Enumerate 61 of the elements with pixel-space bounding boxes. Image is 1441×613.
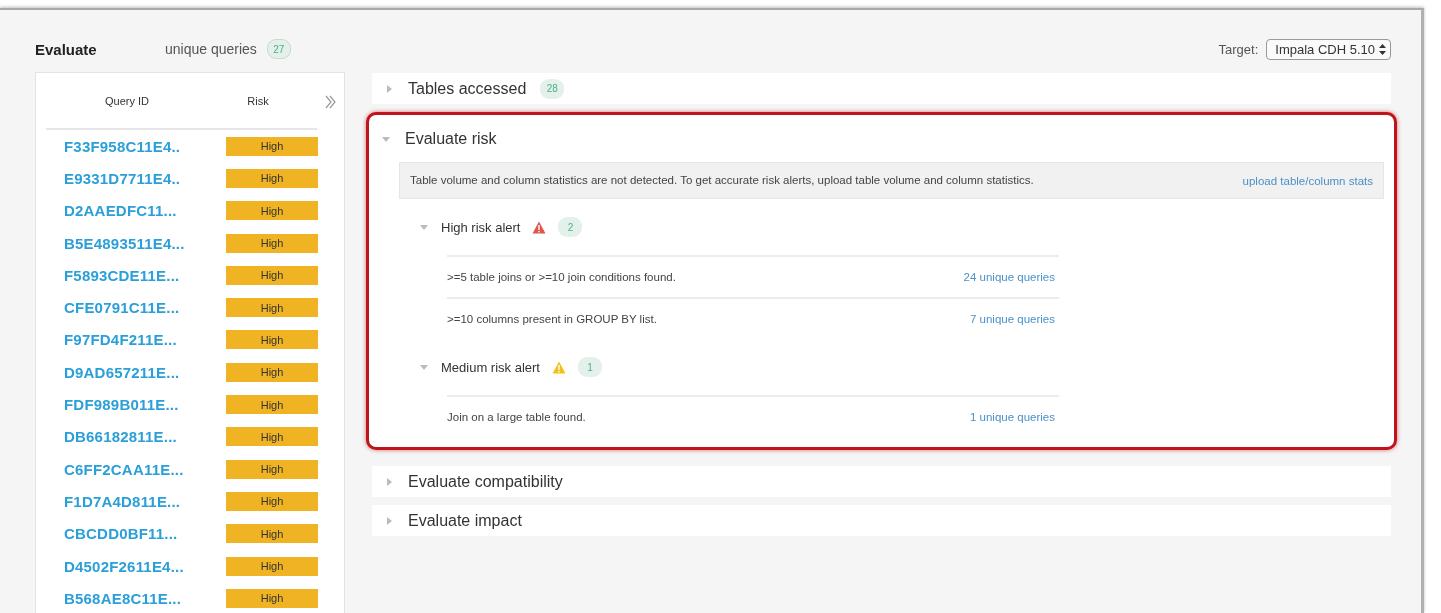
chevron-icon[interactable] [419, 362, 429, 372]
count-badge: 28 [540, 78, 565, 99]
risk-badge: High [226, 524, 318, 544]
risk-badge: High [226, 201, 318, 221]
count-badge: 1 [577, 357, 602, 377]
count-badge: 2 [558, 217, 583, 237]
query-id-link[interactable]: CFE0791C11E... [46, 299, 226, 317]
queries-link[interactable]: 1 unique queries [969, 411, 1055, 423]
alert-title[interactable]: High risk alert [441, 219, 521, 235]
risk-badge: High [226, 136, 318, 156]
section-title[interactable]: Tables accessed [408, 79, 527, 98]
query-id-link[interactable]: F33F958C11E4.. [46, 137, 226, 155]
risk-badge: High [226, 395, 318, 414]
risk-badge: High [226, 427, 318, 447]
risk-badge: High [226, 298, 318, 318]
risk-badge: High [226, 491, 318, 511]
query-id-link[interactable]: C6FF2CAA11E... [46, 460, 226, 478]
query-id-link[interactable]: F1D7A4D811E... [46, 492, 226, 510]
risk-badge: High [226, 330, 318, 350]
target-select[interactable]: Impala CDH 5.10 [1266, 38, 1391, 60]
query-id-link[interactable]: D4502F2611E4... [46, 557, 226, 575]
query-id-link[interactable]: CBCDD0BF11... [46, 525, 226, 543]
risk-badge: High [226, 362, 318, 382]
upload-link[interactable]: upload table/column stats [1242, 174, 1373, 187]
page-title: Evaluate [35, 40, 98, 58]
alert-title[interactable]: Medium risk alert [441, 359, 540, 375]
alert-text: >=10 columns present in GROUP BY list. [447, 313, 657, 325]
risk-badge: High [226, 459, 318, 479]
updown-arrows-icon [1379, 43, 1386, 55]
query-id-link[interactable]: B568AE8C11E... [46, 589, 226, 607]
count-badge: 27 [266, 39, 291, 59]
risk-badge: High [226, 556, 318, 576]
section-title[interactable]: Evaluate impact [408, 511, 522, 530]
notice-text: Table volume and column statistics are not detected. To get accurate risk alerts, upload table volume and column statistics. [410, 173, 1034, 188]
chevron-icon[interactable] [419, 222, 429, 232]
target-label: Target: [1218, 41, 1259, 57]
chevron-icon[interactable] [384, 83, 394, 94]
query-id-link[interactable]: E9331D7711E4.. [46, 169, 226, 187]
query-id-link[interactable]: FDF989B011E... [46, 396, 226, 413]
query-id-link[interactable]: F97FD4F211E... [46, 331, 226, 349]
query-id-link[interactable]: B5E4893511E4... [46, 234, 226, 252]
query-id-link[interactable]: DB66182811E... [46, 428, 226, 446]
risk-badge: High [226, 588, 318, 608]
risk-badge: High [226, 233, 318, 253]
query-id-link[interactable]: D2AAEDFC11... [46, 202, 226, 220]
column-header: Risk [246, 94, 270, 107]
query-id-link[interactable]: F5893CDE11E... [46, 266, 226, 284]
queries-link[interactable]: 7 unique queries [969, 313, 1055, 325]
query-id-link[interactable]: D9AD657211E... [46, 363, 226, 381]
expand-icon[interactable] [325, 95, 337, 109]
risk-badge: High [226, 168, 318, 188]
risk-badge: High [226, 265, 318, 285]
chevron-icon[interactable] [384, 515, 394, 526]
column-header: Query ID [104, 94, 150, 107]
chevron-icon[interactable] [384, 476, 394, 487]
count-label: unique queries [165, 41, 257, 57]
section-title[interactable]: Evaluate risk [405, 129, 497, 148]
alert-text: >=5 table joins or >=10 join conditions found. [447, 271, 676, 283]
section-title[interactable]: Evaluate compatibility [408, 472, 563, 491]
alert-text: Join on a large table found. [447, 411, 586, 423]
queries-link[interactable]: 24 unique queries [963, 271, 1055, 283]
